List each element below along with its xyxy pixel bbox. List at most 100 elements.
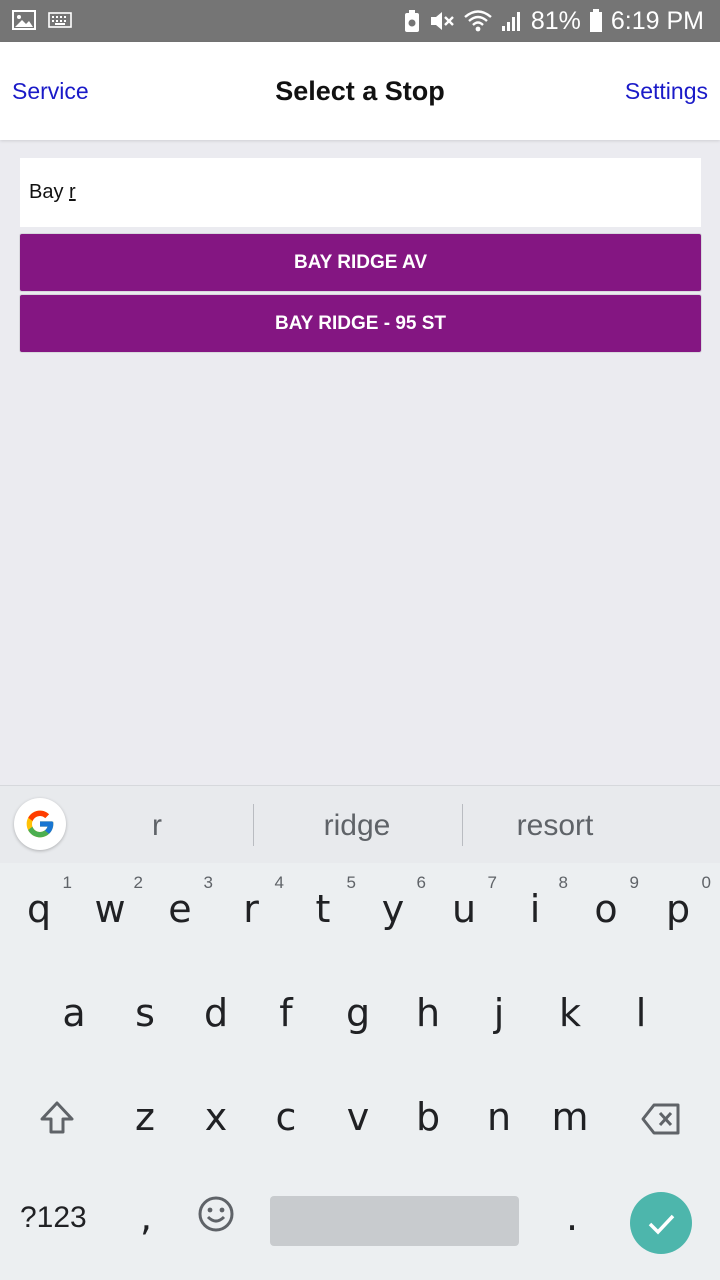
battery-percent: 81% — [530, 7, 581, 35]
stop-result-bay-ridge-av[interactable]: BAY RIDGE AV — [20, 234, 701, 291]
search-input-text: Bay r — [29, 158, 76, 227]
key-label: a — [62, 991, 86, 1035]
key-s[interactable]: s — [110, 991, 180, 1035]
key-hint-number: 2 — [133, 873, 143, 892]
emoji-icon — [198, 1196, 234, 1232]
page-title: Select a Stop — [275, 76, 445, 106]
key-label: c — [275, 1095, 297, 1139]
key-g[interactable]: g — [323, 991, 393, 1035]
key-label: s — [135, 991, 155, 1035]
key-hint-number: 6 — [416, 873, 426, 892]
backspace-icon — [641, 1103, 680, 1135]
suggestion-2[interactable]: ridge — [262, 786, 452, 864]
key-label: d — [203, 991, 229, 1035]
keyboard: ?123 , . 1q2w3e4r5t6y7u8i9o0pasdfghjklzx… — [0, 863, 720, 1280]
key-c[interactable]: c — [251, 1095, 321, 1139]
key-hint-number: 5 — [346, 873, 356, 892]
key-o[interactable]: 9o — [571, 873, 641, 931]
comma-key[interactable]: , — [111, 1195, 181, 1239]
key-label: e — [168, 887, 192, 931]
backspace-key[interactable] — [626, 1101, 696, 1145]
key-hint-number: 9 — [629, 873, 639, 892]
signal-icon — [501, 10, 523, 32]
key-l[interactable]: l — [606, 991, 676, 1035]
stop-result-bay-ridge-95-st[interactable]: BAY RIDGE - 95 ST — [20, 295, 701, 352]
key-v[interactable]: v — [323, 1095, 393, 1139]
shift-icon — [40, 1101, 74, 1134]
key-label: i — [529, 887, 541, 931]
recycle-icon — [403, 9, 421, 33]
key-label: b — [415, 1095, 441, 1139]
key-b[interactable]: b — [393, 1095, 463, 1139]
google-icon[interactable] — [14, 798, 66, 850]
key-hint-number: 1 — [62, 873, 72, 892]
search-typed-text: Bay — [29, 181, 70, 203]
settings-button[interactable]: Settings — [625, 42, 708, 140]
clock: 6:19 PM — [610, 7, 704, 35]
key-a[interactable]: a — [39, 991, 109, 1035]
key-label: w — [94, 887, 126, 931]
key-label: j — [493, 991, 505, 1035]
key-label: r — [243, 887, 259, 931]
key-label: h — [415, 991, 441, 1035]
key-m[interactable]: m — [535, 1095, 605, 1139]
key-u[interactable]: 7u — [429, 873, 499, 931]
keyboard-suggestion-bar: r ridge resort — [0, 785, 720, 864]
mute-icon — [429, 9, 455, 33]
key-label: k — [558, 991, 581, 1035]
key-q[interactable]: 1q — [4, 873, 74, 931]
key-label: x — [204, 1095, 228, 1139]
stop-search-field[interactable]: Bay r — [20, 158, 701, 227]
key-f[interactable]: f — [251, 991, 321, 1035]
key-label: u — [451, 887, 477, 931]
key-label: t — [315, 887, 331, 931]
key-hint-number: 4 — [274, 873, 284, 892]
suggestion-divider — [253, 804, 254, 846]
key-n[interactable]: n — [464, 1095, 534, 1139]
enter-key[interactable] — [630, 1192, 692, 1254]
key-r[interactable]: 4r — [216, 873, 286, 931]
key-h[interactable]: h — [393, 991, 463, 1035]
key-k[interactable]: k — [535, 991, 605, 1035]
key-i[interactable]: 8i — [500, 873, 570, 931]
shift-key[interactable] — [22, 1099, 92, 1146]
key-e[interactable]: 3e — [145, 873, 215, 931]
suggestion-1[interactable]: r — [72, 786, 242, 864]
key-label: z — [135, 1095, 155, 1139]
emoji-key[interactable] — [181, 1195, 251, 1242]
key-j[interactable]: j — [464, 991, 534, 1035]
key-hint-number: 8 — [558, 873, 568, 892]
space-key[interactable] — [270, 1196, 519, 1246]
key-z[interactable]: z — [110, 1095, 180, 1139]
key-label: v — [346, 1095, 370, 1139]
key-hint-number: 0 — [701, 873, 711, 892]
key-p[interactable]: 0p — [643, 873, 713, 931]
key-label: g — [345, 991, 371, 1035]
comma-key-label: , — [139, 1195, 153, 1239]
key-label: y — [381, 887, 405, 931]
status-bar: 81% 6:19 PM — [0, 0, 720, 42]
keyboard-notification-icon — [48, 12, 72, 28]
key-hint-number: 7 — [487, 873, 497, 892]
key-d[interactable]: d — [181, 991, 251, 1035]
key-label: o — [594, 887, 618, 931]
key-w[interactable]: 2w — [75, 873, 145, 931]
image-notification-icon — [12, 10, 36, 30]
key-x[interactable]: x — [181, 1095, 251, 1139]
service-button[interactable]: Service — [12, 42, 89, 140]
suggestion-3[interactable]: resort — [470, 786, 640, 864]
key-label: f — [279, 991, 293, 1035]
wifi-icon — [463, 9, 493, 33]
key-label: l — [635, 991, 647, 1035]
period-key-label: . — [565, 1195, 579, 1239]
navigation-bar: Service Select a Stop Settings — [0, 42, 720, 140]
period-key[interactable]: . — [537, 1195, 607, 1239]
key-hint-number: 3 — [203, 873, 213, 892]
key-label: q — [26, 887, 52, 931]
checkmark-icon — [648, 1214, 675, 1235]
key-y[interactable]: 6y — [358, 873, 428, 931]
symbols-key[interactable]: ?123 — [20, 1201, 87, 1235]
search-composing-text: r — [69, 181, 76, 203]
battery-icon — [589, 9, 603, 33]
key-t[interactable]: 5t — [288, 873, 358, 931]
